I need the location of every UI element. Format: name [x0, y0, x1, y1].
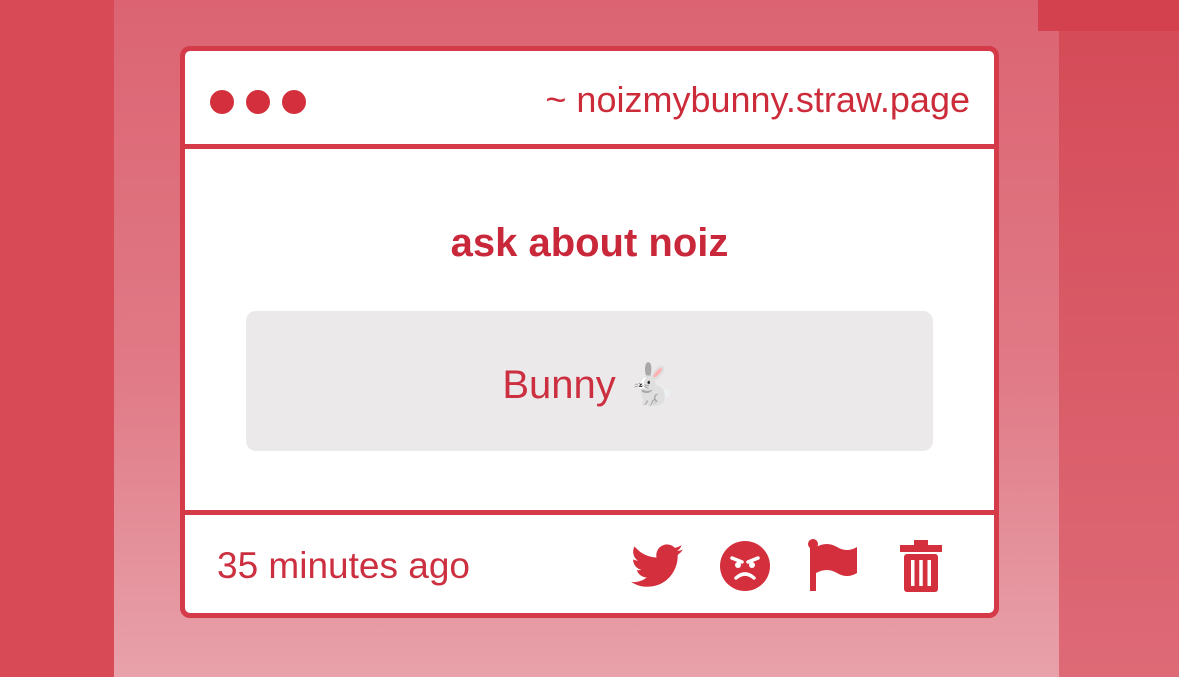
trash-icon — [900, 540, 942, 592]
angry-reaction-button[interactable] — [719, 540, 771, 592]
window-controls — [210, 90, 306, 114]
question-title: ask about noiz — [450, 221, 729, 265]
page-url[interactable]: ~ noizmybunny.straw.page — [545, 79, 970, 121]
delete-button[interactable] — [895, 540, 947, 592]
window-dot-maximize[interactable] — [282, 90, 306, 114]
background-corner — [1038, 0, 1179, 31]
window-dot-minimize[interactable] — [246, 90, 270, 114]
window-titlebar: ~ noizmybunny.straw.page — [185, 51, 994, 149]
question-card: ~ noizmybunny.straw.page ask about noiz … — [180, 46, 999, 618]
card-content: ask about noiz Bunny 🐇 — [185, 149, 994, 507]
twitter-share-button[interactable] — [631, 540, 683, 592]
flag-icon — [808, 539, 857, 591]
action-bar — [631, 539, 947, 592]
background-right-strip — [1059, 31, 1179, 677]
twitter-bird-icon — [631, 544, 683, 587]
report-flag-button[interactable] — [807, 539, 859, 592]
answer-box: Bunny 🐇 — [246, 311, 933, 451]
timestamp: 35 minutes ago — [217, 545, 471, 586]
window-dot-close[interactable] — [210, 90, 234, 114]
card-footer: 35 minutes ago — [185, 510, 994, 613]
answer-text: Bunny 🐇 — [502, 363, 677, 407]
angry-face-icon — [720, 541, 770, 591]
